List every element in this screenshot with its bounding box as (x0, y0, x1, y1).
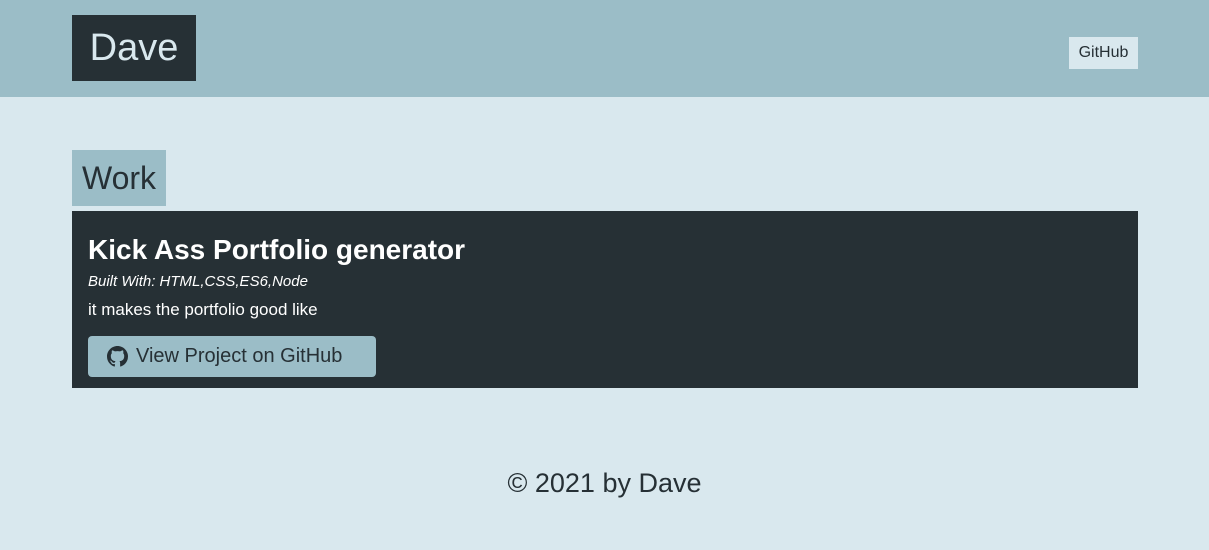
view-project-label: View Project on GitHub (136, 345, 343, 367)
project-built-with: Built With: HTML,CSS,ES6,Node (88, 273, 308, 290)
work-heading: Work (72, 150, 166, 206)
nav-github-link[interactable]: GitHub (1069, 37, 1138, 69)
brand-logo[interactable]: Dave (72, 15, 196, 81)
project-title: Kick Ass Portfolio generator (88, 234, 466, 265)
github-icon (107, 346, 128, 367)
view-project-button[interactable]: View Project on GitHub (88, 336, 376, 377)
footer-copyright: © 2021 by Dave (507, 468, 702, 498)
project-description: it makes the portfolio good like (88, 300, 318, 319)
project-card: Kick Ass Portfolio generator Built With:… (72, 211, 1138, 388)
site-header: Dave GitHub (0, 0, 1209, 97)
